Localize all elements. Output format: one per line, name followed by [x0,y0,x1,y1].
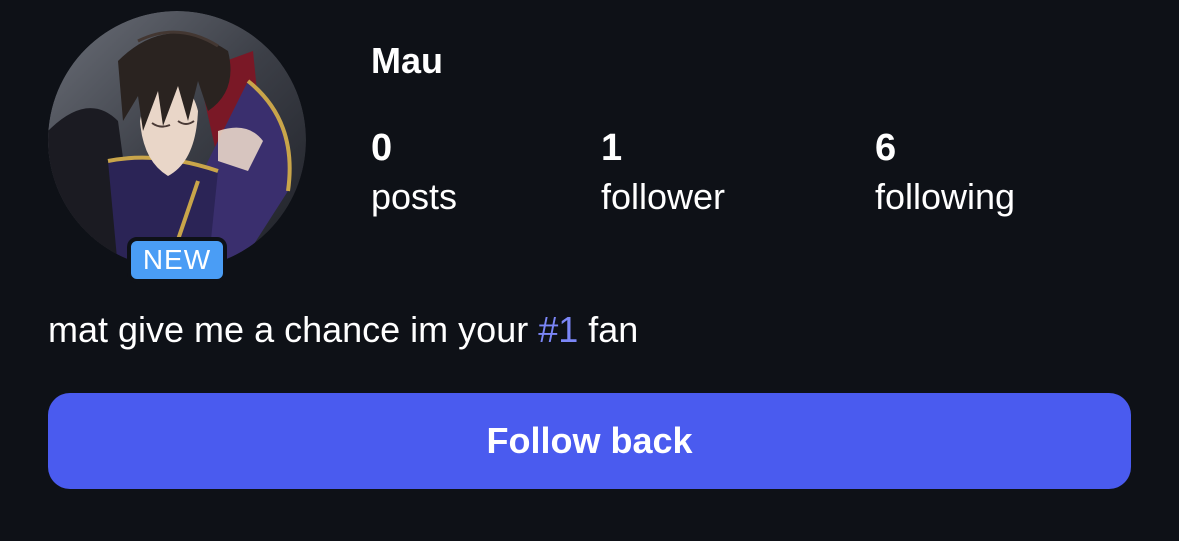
followers-label: follower [601,176,726,217]
username: Mau [371,40,443,81]
follow-back-label: Follow back [486,420,693,461]
following-count: 6 [875,127,897,169]
follow-back-button[interactable]: Follow back [48,393,1131,489]
avatar[interactable] [48,11,306,269]
stat-followers[interactable]: 1 follower [601,125,725,219]
posts-label: posts [371,176,458,217]
bio-text-prefix: mat give me a chance im your [48,309,539,350]
following-label: following [875,176,1016,217]
followers-count: 1 [601,127,623,169]
stat-following[interactable]: 6 following [875,125,1015,219]
new-badge: NEW [127,237,227,283]
stat-posts[interactable]: 0 posts [371,125,457,219]
bio-text-suffix: fan [578,309,639,350]
new-badge-label: NEW [142,244,212,275]
profile-bio: mat give me a chance im your #1 fan [48,308,638,352]
posts-count: 0 [371,127,393,169]
profile-avatar-container: NEW [48,11,306,283]
bio-hashtag-link[interactable]: #1 [538,309,578,350]
